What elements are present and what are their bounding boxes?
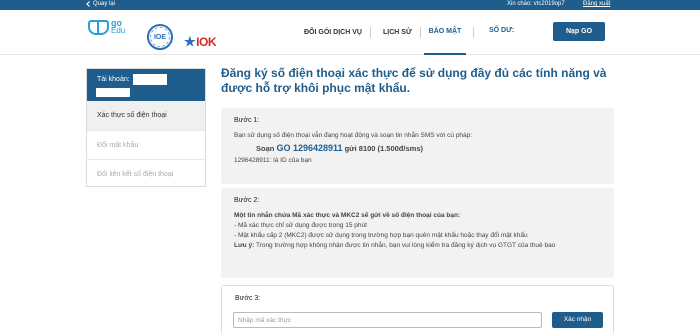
confirm-button[interactable]: Xác nhận: [552, 312, 603, 328]
step-2-label: Bước 2:: [234, 197, 260, 204]
greeting-text: Xin chào: vtc2019op7: [507, 1, 565, 7]
step-1-label: Bước 1:: [234, 117, 260, 124]
step-1-intro: Bạn sử dụng số điện thoại vẫn đang hoạt …: [234, 132, 473, 139]
step-2-card: Bước 2: Một tin nhắn chứa Mã xác thực và…: [221, 188, 614, 278]
sidebar: Tài khoản: Xác thực số điện thoại Đổi mậ…: [86, 68, 206, 187]
book-icon: [88, 19, 109, 35]
page-title: Đăng ký số điện thoại xác thực để sử dụn…: [221, 66, 607, 95]
back-link[interactable]: Quay lại: [86, 1, 115, 7]
sidebar-item-change-phone-link[interactable]: Đổi liên kết số điện thoại: [87, 159, 205, 188]
step-2-heading: Một tin nhắn chứa Mã xác thực và MKC2 sẽ…: [234, 212, 461, 219]
step-2-line: - Mã xác thực chỉ sử dụng được trong 15 …: [234, 222, 367, 229]
logo-edu-text: Edu: [111, 26, 126, 35]
account-label: Tài khoản:: [97, 76, 130, 83]
nav-change-package[interactable]: ĐỔI GÓI DỊCH VỤ: [304, 10, 362, 55]
id-note: 1296428911: là ID của bạn: [234, 157, 312, 164]
step-2-line: - Mật khẩu cấp 2 (MKC2) được sử dụng tro…: [234, 232, 528, 239]
account-header: Tài khoản:: [87, 69, 205, 101]
nav-divider: [420, 27, 421, 38]
ioe-logo[interactable]: IOE: [147, 24, 173, 50]
topup-button[interactable]: Nạp GO: [553, 22, 605, 41]
balance-label: SỐ DƯ:: [489, 27, 515, 34]
sidebar-item-verify-phone[interactable]: Xác thực số điện thoại: [87, 101, 205, 130]
nav-divider: [473, 27, 474, 38]
goedu-logo[interactable]: go Edu: [88, 19, 125, 35]
sidebar-item-change-password[interactable]: Đổi mật khẩu: [87, 130, 205, 159]
top-bar: Quay lại Xin chào: vtc2019op7 Đăng xuất: [0, 0, 700, 10]
step-1-card: Bước 1: Bạn sử dụng số điện thoại vẫn đa…: [221, 108, 614, 184]
step-3-card: Bước 3: Xác nhận: [221, 285, 614, 335]
nav-divider: [370, 27, 371, 38]
account-redaction: [96, 88, 130, 97]
account-redaction: [133, 74, 167, 85]
step-2-note: Lưu ý: Trong trường hợp không nhận được …: [234, 242, 556, 249]
sms-syntax: Soạn GO 1296428911 gửi 8100 (1.500đ/sms): [256, 143, 423, 153]
nav-history[interactable]: LỊCH SỬ: [383, 10, 412, 55]
iok-logo[interactable]: ★ IOK: [184, 34, 216, 50]
star-icon: ★: [184, 34, 196, 49]
logout-link[interactable]: Đăng xuất: [583, 1, 610, 7]
back-label: Quay lại: [93, 1, 116, 7]
step-3-label: Bước 3:: [235, 295, 261, 302]
sms-code: GO 1296428911: [276, 143, 343, 153]
chevron-left-icon: [86, 1, 90, 7]
nav-security[interactable]: BẢO MẬT: [424, 10, 466, 55]
verification-code-input[interactable]: [233, 312, 542, 328]
